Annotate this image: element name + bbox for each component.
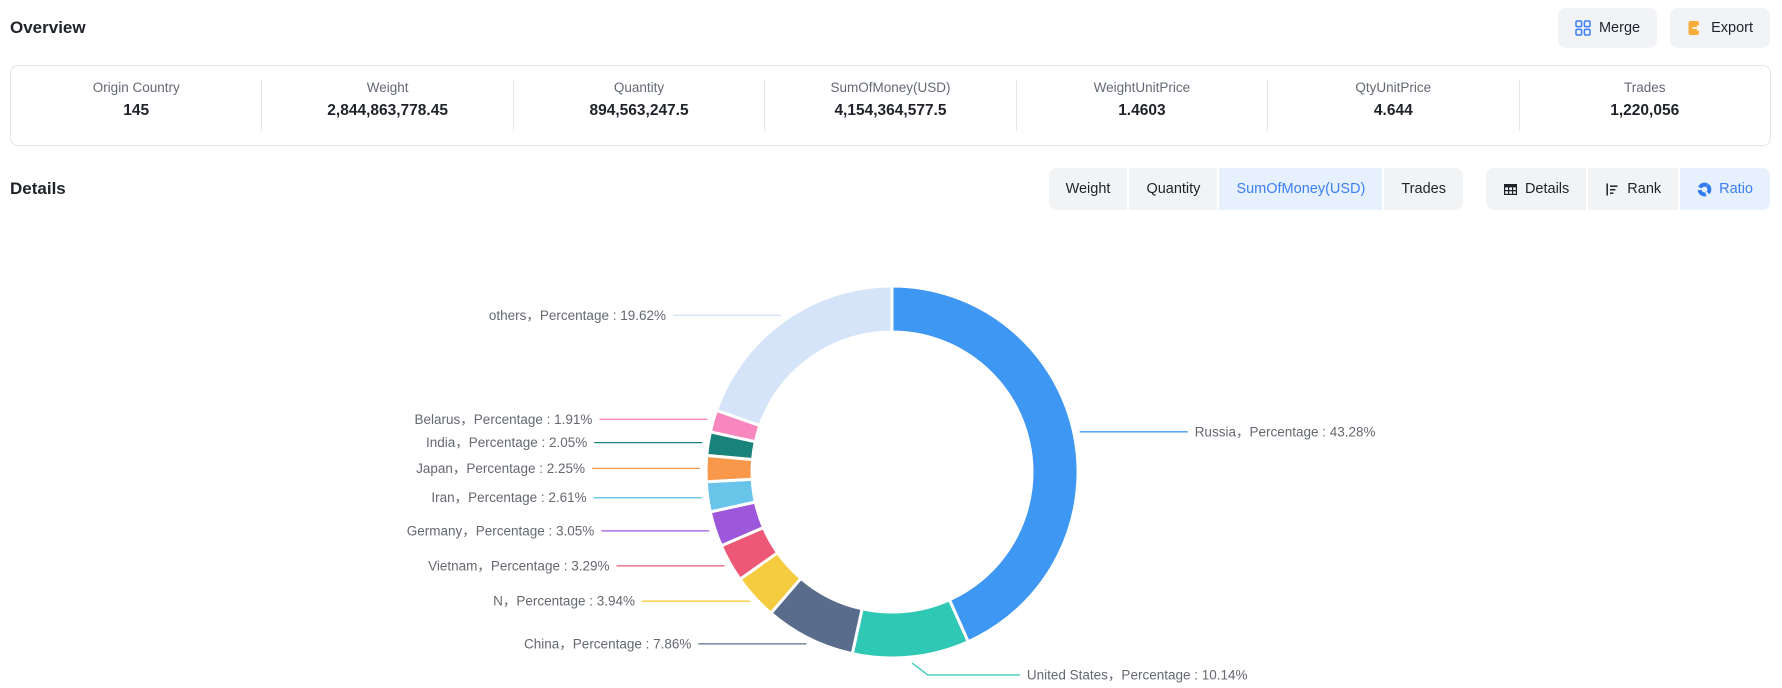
stat-label: QtyUnitPrice — [1268, 80, 1518, 95]
stat-value: 2,844,863,778.45 — [262, 102, 512, 120]
metric-tab-label: Trades — [1401, 181, 1446, 197]
pie-label-others: others，Percentage : 19.62% — [489, 308, 666, 323]
metric-tabs: Weight Quantity SumOfMoney(USD) Trades — [1049, 168, 1463, 210]
pie-label-united-states: United States，Percentage : 10.14% — [1027, 668, 1248, 683]
stat-label: Origin Country — [11, 80, 261, 95]
overview-stats-card: Origin Country145Weight2,844,863,778.45Q… — [10, 65, 1771, 146]
pie-label-n: N，Percentage : 3.94% — [493, 594, 635, 609]
export-button[interactable]: Export — [1670, 8, 1770, 48]
stat-col: WeightUnitPrice 1.4603 — [1016, 80, 1267, 131]
pie-slice-russia[interactable] — [892, 286, 1078, 642]
ratio-chart: Russia，Percentage : 43.28% United States，… — [0, 210, 1782, 688]
leader-line-united-states — [912, 663, 1020, 675]
metric-tab-sumofmoney-usd-[interactable]: SumOfMoney(USD) — [1219, 168, 1382, 210]
view-tab-label: Ratio — [1719, 181, 1753, 197]
stat-col: Weight 2,844,863,778.45 — [261, 80, 512, 131]
pie-label-belarus: Belarus，Percentage : 1.91% — [415, 412, 593, 427]
merge-button-label: Merge — [1599, 20, 1640, 36]
stat-col: SumOfMoney(USD) 4,154,364,577.5 — [764, 80, 1015, 131]
view-tab-ratio[interactable]: Ratio — [1680, 168, 1770, 210]
pie-label-china: China，Percentage : 7.86% — [524, 636, 691, 651]
merge-button[interactable]: Merge — [1558, 8, 1657, 48]
stat-label: Quantity — [514, 80, 764, 95]
details-row: Details Weight Quantity SumOfMoney(USD) Tra… — [10, 168, 1770, 210]
metric-tab-quantity[interactable]: Quantity — [1129, 168, 1217, 210]
pie-slice-others[interactable] — [717, 286, 893, 426]
details-controls: Weight Quantity SumOfMoney(USD) Trades Deta… — [1049, 168, 1770, 210]
metric-tab-trades[interactable]: Trades — [1384, 168, 1463, 210]
stat-col: Trades 1,220,056 — [1519, 80, 1770, 131]
stat-value: 4.644 — [1268, 102, 1518, 120]
merge-icon — [1575, 20, 1591, 36]
pie-slice-united-states[interactable] — [852, 600, 968, 658]
stat-col: Quantity 894,563,247.5 — [513, 80, 764, 131]
pie-label-russia: Russia，Percentage : 43.28% — [1195, 424, 1376, 439]
metric-tab-label: SumOfMoney(USD) — [1236, 181, 1365, 197]
stat-value: 894,563,247.5 — [514, 102, 764, 120]
view-tab-label: Details — [1525, 181, 1569, 197]
pie-label-germany: Germany，Percentage : 3.05% — [407, 523, 595, 538]
export-icon — [1687, 20, 1703, 36]
metric-tab-weight[interactable]: Weight — [1049, 168, 1128, 210]
metric-tab-label: Quantity — [1146, 181, 1200, 197]
ratio-chart-area: Russia，Percentage : 43.28% United States，… — [0, 210, 1782, 688]
donut-icon — [1697, 182, 1712, 197]
stat-label: Trades — [1520, 80, 1770, 95]
pie-label-vietnam: Vietnam，Percentage : 3.29% — [428, 558, 609, 573]
view-tabs: Details Rank Ratio — [1486, 168, 1770, 210]
stat-value: 1,220,056 — [1520, 102, 1770, 120]
stat-value: 4,154,364,577.5 — [765, 102, 1015, 120]
stat-value: 145 — [11, 102, 261, 120]
pie-label-india: India，Percentage : 2.05% — [426, 435, 587, 450]
view-tab-details[interactable]: Details — [1486, 168, 1586, 210]
stat-value: 1.4603 — [1017, 102, 1267, 120]
topbar-buttons: Merge Export — [1558, 8, 1770, 48]
rank-icon — [1605, 182, 1620, 197]
stat-col: QtyUnitPrice 4.644 — [1267, 80, 1518, 131]
stat-col: Origin Country 145 — [11, 80, 261, 131]
export-button-label: Export — [1711, 20, 1753, 36]
table-icon — [1503, 182, 1518, 197]
page-title: Overview — [10, 18, 86, 38]
stat-label: WeightUnitPrice — [1017, 80, 1267, 95]
stat-label: SumOfMoney(USD) — [765, 80, 1015, 95]
metric-tab-label: Weight — [1066, 181, 1111, 197]
pie-label-iran: Iran，Percentage : 2.61% — [431, 490, 586, 505]
topbar: Overview Merge Export — [10, 8, 1770, 48]
pie-label-japan: Japan，Percentage : 2.25% — [416, 461, 585, 476]
details-title: Details — [10, 179, 66, 199]
stat-label: Weight — [262, 80, 512, 95]
view-tab-rank[interactable]: Rank — [1588, 168, 1678, 210]
view-tab-label: Rank — [1627, 181, 1661, 197]
